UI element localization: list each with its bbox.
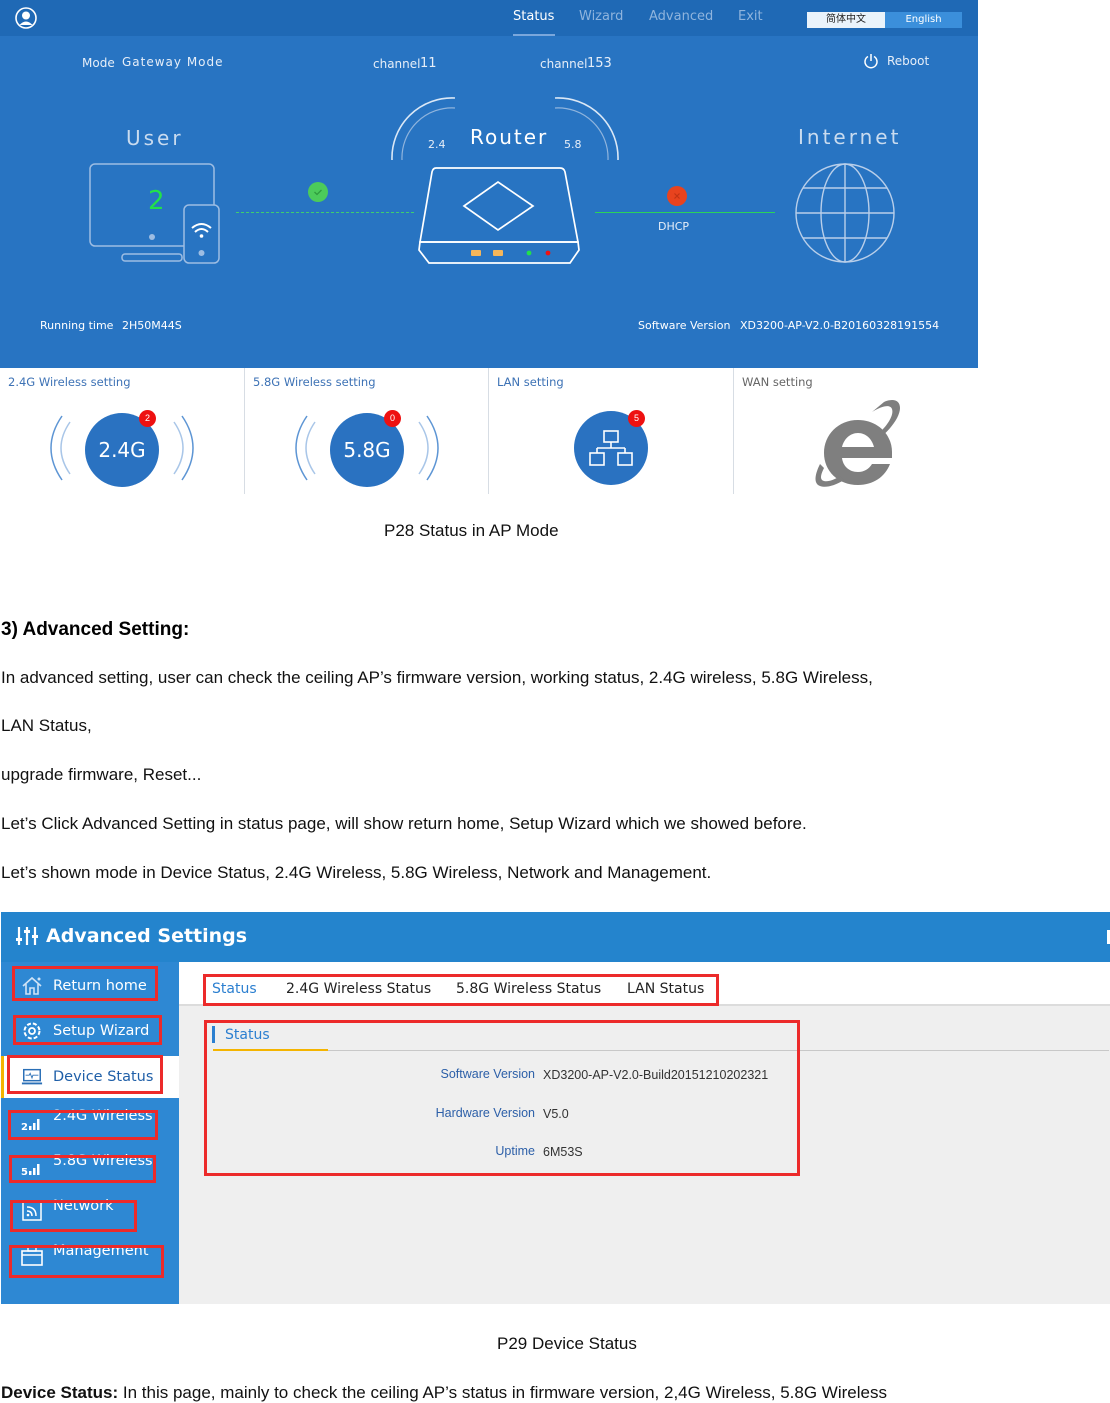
client-count-badge: 5 xyxy=(628,410,645,427)
sidebar-item-management[interactable]: Management xyxy=(1,1236,179,1276)
client-count-badge: 2 xyxy=(139,410,156,427)
device-status-paragraph: Device Status: In this page, mainly to c… xyxy=(1,1383,887,1403)
section-title: Status xyxy=(225,1027,270,1043)
section-accent-line xyxy=(213,1049,328,1051)
tab-lan-status[interactable]: LAN Status xyxy=(627,981,704,997)
hardware-version-value: V5.0 xyxy=(543,1107,569,1121)
user-avatar-icon[interactable] xyxy=(15,7,37,29)
software-version-label: Software Version xyxy=(440,1067,536,1081)
toolbox-icon xyxy=(21,1245,43,1267)
tab-58g-wireless-status[interactable]: 5.8G Wireless Status xyxy=(456,981,601,997)
language-chinese-button[interactable]: 简体中文 xyxy=(807,12,885,28)
advanced-title: Advanced Settings xyxy=(46,925,248,947)
nav-advanced[interactable]: Advanced xyxy=(649,9,713,24)
figure-caption-p28: P28 Status in AP Mode xyxy=(384,521,559,540)
sidebar-item-label: 2.4G Wireless xyxy=(53,1108,153,1124)
uptime-value: 6M53S xyxy=(543,1145,583,1159)
uptime-label: Uptime xyxy=(495,1144,535,1158)
sidebar-item-label: Device Status xyxy=(53,1069,154,1085)
hardware-version-label: Hardware Version xyxy=(435,1106,535,1120)
sidebar-item-label: Setup Wizard xyxy=(53,1023,150,1039)
body-line: LAN Status, xyxy=(1,716,92,735)
tile-title: 2.4G Wireless setting xyxy=(8,375,131,389)
tile-lan[interactable]: LAN setting 5 xyxy=(489,368,734,494)
top-nav-bar: Status Wizard Advanced Exit 简体中文 English xyxy=(0,0,978,36)
tile-58g-wireless[interactable]: 5.8G Wireless setting 5.8G 0 xyxy=(245,368,489,494)
section-marker xyxy=(212,1026,215,1043)
nav-wizard[interactable]: Wizard xyxy=(579,9,623,24)
sliders-icon xyxy=(16,927,38,945)
globe-icon[interactable] xyxy=(794,162,896,264)
channel-24-value: 11 xyxy=(420,56,437,71)
channel-58-value: 153 xyxy=(587,56,612,71)
section-heading: 3) Advanced Setting: xyxy=(1,619,190,640)
sidebar-item-label: 5.8G Wireless xyxy=(53,1153,153,1169)
tile-wan[interactable]: WAN setting xyxy=(734,368,978,494)
disconnected-x-icon xyxy=(667,186,687,206)
signal-58-icon: 5 xyxy=(21,1158,43,1180)
svg-text:5: 5 xyxy=(21,1167,28,1176)
user-count[interactable]: 2 xyxy=(148,186,165,216)
body-line: upgrade firmware, Reset... xyxy=(1,765,202,784)
channel-24-label: channel xyxy=(373,57,421,71)
wan-link-line xyxy=(595,212,775,213)
mode-value: Gateway Mode xyxy=(122,55,224,69)
body-line: Let’s Click Advanced Setting in status p… xyxy=(1,814,807,833)
connected-check-icon xyxy=(308,182,328,202)
sidebar-item-label: Management xyxy=(53,1243,149,1259)
user-label: User xyxy=(126,126,184,150)
running-time-label: Running time xyxy=(40,319,114,332)
sidebar-item-return-home[interactable]: Return home xyxy=(1,966,179,1006)
router-status-screenshot: Status Wizard Advanced Exit 简体中文 English… xyxy=(0,0,978,494)
client-count-badge: 0 xyxy=(384,410,401,427)
language-english-button[interactable]: English xyxy=(885,12,962,28)
internet-explorer-icon[interactable] xyxy=(814,398,900,488)
sidebar-item-24g-wireless[interactable]: 2 2.4G Wireless xyxy=(1,1101,179,1141)
sidebar-item-network[interactable]: Network xyxy=(1,1191,179,1231)
device-status-term: Device Status: xyxy=(1,1383,119,1402)
advanced-header: Advanced Settings xyxy=(1,912,1110,962)
monitor-pulse-icon xyxy=(21,1066,43,1088)
body-line: Let’s shown mode in Device Status, 2.4G … xyxy=(1,863,712,882)
software-version-label: Software Version xyxy=(638,319,731,332)
nav-status[interactable]: Status xyxy=(513,9,554,24)
device-status-description: In this page, mainly to check the ceilin… xyxy=(118,1383,887,1402)
reboot-button[interactable]: Reboot xyxy=(887,54,929,68)
advanced-settings-screenshot: Advanced Settings Return home Setup Wiza… xyxy=(1,912,1110,1304)
running-time-value: 2H50M44S xyxy=(122,319,182,332)
tab-status[interactable]: Status xyxy=(212,981,257,997)
power-icon[interactable] xyxy=(863,53,879,69)
nav-exit[interactable]: Exit xyxy=(738,9,763,24)
tile-title: LAN setting xyxy=(497,375,564,389)
body-line: In advanced setting, user can check the … xyxy=(1,668,873,687)
software-version-value: XD3200-AP-V2.0-Build20151210202321 xyxy=(543,1068,769,1082)
figure-caption-p29: P29 Device Status xyxy=(497,1334,637,1353)
tile-title: WAN setting xyxy=(742,375,813,389)
signal-24-icon: 2 xyxy=(21,1113,43,1135)
sidebar: Return home Setup Wizard Device Status 2… xyxy=(1,962,179,1304)
tile-24g-wireless[interactable]: 2.4G Wireless setting 2.4G 2 xyxy=(0,368,245,494)
internet-label: Internet xyxy=(798,125,902,149)
network-icon xyxy=(21,1200,43,1222)
gear-icon xyxy=(21,1020,43,1042)
sidebar-item-58g-wireless[interactable]: 5 5.8G Wireless xyxy=(1,1146,179,1186)
tile-title: 5.8G Wireless setting xyxy=(253,375,376,389)
section-divider xyxy=(213,1050,1109,1051)
status-panel: Mode Gateway Mode channel 11 channel 153… xyxy=(0,36,978,368)
mode-label: Mode xyxy=(82,56,115,70)
wan-type: DHCP xyxy=(658,220,690,233)
router-icon[interactable] xyxy=(380,90,630,270)
home-icon xyxy=(21,975,43,997)
software-version-value: XD3200-AP-V2.0-B20160328191554 xyxy=(740,319,940,332)
active-tab-underline xyxy=(209,1003,253,1006)
sidebar-item-label: Network xyxy=(53,1198,114,1214)
sidebar-item-setup-wizard[interactable]: Setup Wizard xyxy=(1,1011,179,1051)
sidebar-item-label: Return home xyxy=(53,978,147,994)
channel-58-label: channel xyxy=(540,57,588,71)
sidebar-item-device-status[interactable]: Device Status xyxy=(1,1056,179,1098)
svg-text:2: 2 xyxy=(21,1122,28,1131)
tab-24g-wireless-status[interactable]: 2.4G Wireless Status xyxy=(286,981,431,997)
